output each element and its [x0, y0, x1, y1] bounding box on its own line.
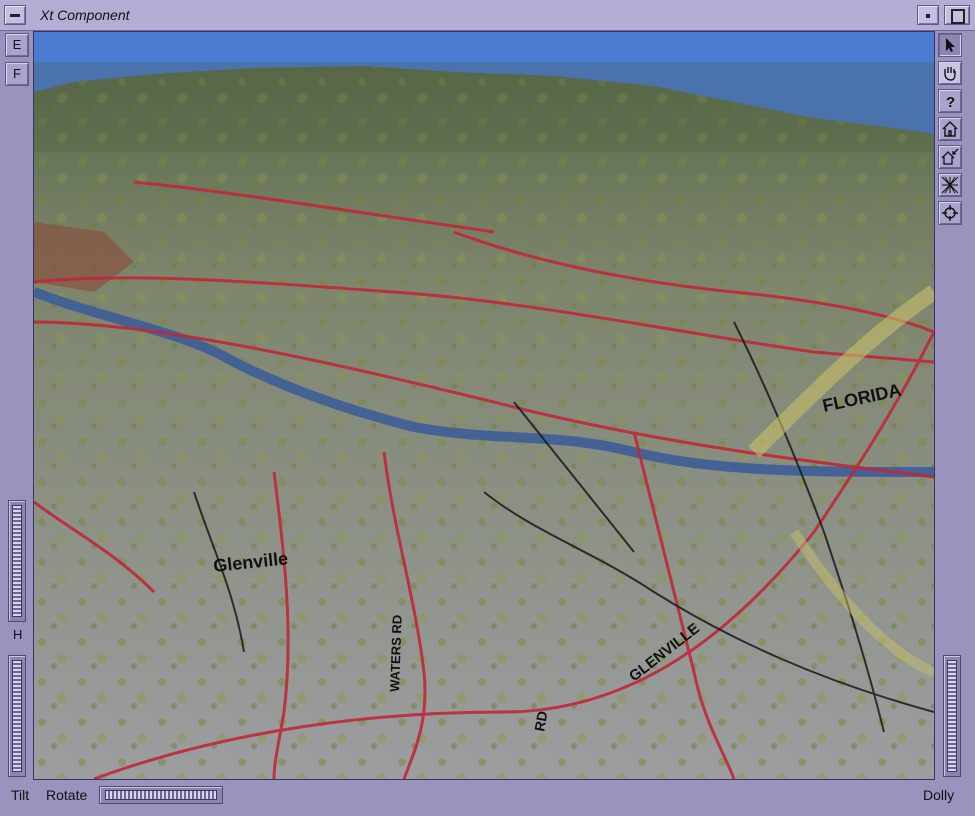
seek-icon	[942, 205, 958, 221]
rotate-label: Rotate	[46, 787, 88, 803]
window-title: Xt Component	[40, 7, 130, 23]
pick-arrow-icon	[946, 38, 955, 52]
h-label: H	[13, 627, 23, 642]
help-icon: ?	[946, 94, 955, 110]
pick-arrow-button[interactable]	[938, 33, 962, 57]
view-hand-icon	[944, 67, 956, 81]
svg-text:?: ?	[946, 94, 955, 110]
terrain-render: Glenville WATERS RD GLENVILLE FLORIDA RD	[34, 32, 934, 779]
e-button[interactable]: E	[5, 33, 29, 57]
home-button[interactable]	[938, 117, 962, 141]
3d-viewer[interactable]: Glenville WATERS RD GLENVILLE FLORIDA RD	[33, 31, 935, 780]
bottom-bar: Tilt Rotate Dolly	[0, 781, 975, 816]
h-thumbwheel[interactable]	[8, 500, 26, 622]
view-hand-button[interactable]	[938, 61, 962, 85]
help-button[interactable]: ?	[938, 89, 962, 113]
view-all-button[interactable]	[938, 173, 962, 197]
dolly-thumbwheel[interactable]	[943, 655, 961, 777]
window-menu-button[interactable]	[4, 5, 26, 25]
map-label-waters-rd: WATERS RD	[387, 615, 405, 693]
f-button[interactable]: F	[5, 62, 29, 86]
home-icon	[942, 121, 958, 137]
maximize-button[interactable]	[944, 5, 970, 25]
rotate-thumbwheel[interactable]	[99, 786, 223, 804]
tilt-thumbwheel[interactable]	[8, 655, 26, 777]
set-home-button[interactable]	[938, 145, 962, 169]
dolly-label: Dolly	[923, 787, 955, 803]
set-home-icon	[941, 148, 959, 165]
seek-button[interactable]	[938, 201, 962, 225]
title-bar[interactable]: Xt Component	[0, 0, 975, 31]
tilt-label: Tilt	[11, 787, 30, 803]
view-all-icon	[941, 176, 959, 194]
minimize-button[interactable]	[917, 5, 939, 25]
